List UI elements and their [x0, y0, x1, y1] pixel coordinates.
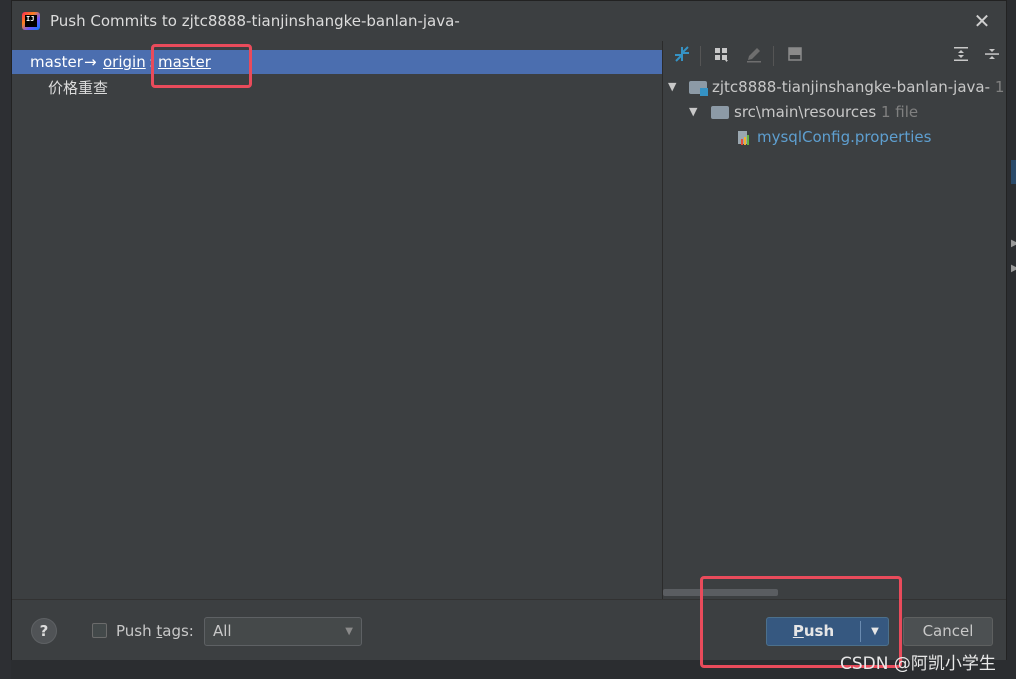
background-editor-marker: [1011, 160, 1016, 184]
tree-file-node[interactable]: mysqlConfig.properties: [663, 125, 1006, 149]
tags-select[interactable]: All ▼: [204, 617, 362, 646]
expand-all-icon[interactable]: [950, 45, 972, 67]
chevron-down-icon: ▼: [345, 626, 353, 637]
close-icon: ✕: [973, 9, 991, 33]
expand-arrow-icon[interactable]: ▼: [689, 100, 697, 124]
help-button[interactable]: ?: [31, 618, 57, 644]
edit-pencil-icon[interactable]: [743, 45, 765, 67]
dialog-title: Push Commits to zjtc8888-tianjinshangke-…: [50, 12, 460, 30]
tags-select-value: All: [213, 622, 232, 640]
background-left-edge: [0, 0, 11, 679]
push-commits-dialog: IJ Push Commits to zjtc8888-tianjinshang…: [11, 0, 1007, 660]
tree-root-node[interactable]: ▼ zjtc8888-tianjinshangke-banlan-java- 1…: [663, 75, 1006, 99]
root-file-count: 1 file: [994, 78, 1006, 96]
properties-file-icon: [738, 131, 749, 145]
show-diff-icon[interactable]: [784, 45, 806, 67]
toolbar-separator: [773, 46, 774, 66]
watermark: CSDN @阿凯小学生: [840, 654, 996, 674]
local-branch-label: master: [30, 53, 83, 71]
collapse-all-icon[interactable]: [981, 45, 1003, 67]
branch-mapping-row[interactable]: master → origin : master: [12, 50, 662, 74]
toolbar-separator: [700, 46, 701, 66]
folder-icon: [711, 106, 729, 119]
folder-name: src\main\resources: [734, 103, 877, 121]
title-bar: IJ Push Commits to zjtc8888-tianjinshang…: [12, 1, 1006, 41]
push-tags-label: Push tags:: [116, 622, 194, 640]
cancel-button[interactable]: Cancel: [903, 617, 993, 646]
annotation-highlight-branch: [151, 44, 252, 88]
branch-arrow-icon: →: [84, 53, 97, 71]
file-name: mysqlConfig.properties: [757, 128, 932, 146]
commits-panel: master → origin : master 价格重查: [12, 41, 662, 599]
group-by-icon[interactable]: [711, 45, 733, 67]
module-folder-icon: [689, 81, 708, 96]
background-arrow-icon: ▶: [1011, 238, 1016, 249]
background-right-edge: [1007, 0, 1016, 679]
tree-folder-node[interactable]: ▼ src\main\resources 1 file: [663, 100, 1006, 124]
compare-arrows-icon[interactable]: [671, 45, 693, 67]
background-arrow-icon: ▶: [1011, 263, 1016, 274]
commit-item[interactable]: 价格重查: [48, 77, 108, 98]
intellij-app-icon: IJ: [22, 12, 40, 30]
changes-toolbar: [663, 41, 1006, 71]
folder-file-count: 1 file: [880, 103, 919, 121]
changes-panel: ▼ zjtc8888-tianjinshangke-banlan-java- 1…: [663, 41, 1006, 599]
push-tags-checkbox[interactable]: [92, 623, 107, 638]
expand-arrow-icon[interactable]: ▼: [668, 75, 676, 99]
close-button[interactable]: ✕: [970, 9, 994, 33]
root-name: zjtc8888-tianjinshangke-banlan-java-: [712, 78, 991, 96]
remote-link[interactable]: origin: [103, 50, 146, 74]
